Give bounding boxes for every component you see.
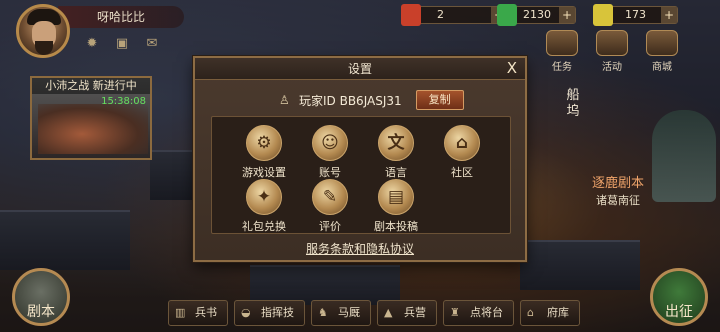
option-label: 账号 <box>319 166 341 179</box>
option-script-submit[interactable]: ▤ 剧本投稿 <box>366 179 426 234</box>
gear-icon: ⚙ <box>246 125 282 161</box>
option-game-settings[interactable]: ⚙ 游戏设置 <box>234 125 294 180</box>
gift-bag-icon: ✦ <box>246 179 282 215</box>
player-id-row: ♙ 玩家ID BB6JASJ31 复制 <box>279 90 464 110</box>
close-button[interactable]: X <box>507 58 517 78</box>
option-label: 语言 <box>385 166 407 179</box>
general-icon: ♜ <box>450 306 460 319</box>
settings-dialog: 设置 X ♙ 玩家ID BB6JASJ31 复制 ⚙ 游戏设置 ☺ 账号 文 语… <box>193 56 527 262</box>
option-label: 评价 <box>319 220 341 233</box>
menu-label: 任务 <box>552 62 572 73</box>
nav-label: 指挥技 <box>261 306 294 319</box>
menu-task[interactable]: 任务 <box>544 30 580 73</box>
scenario-label: 剧本 <box>27 304 55 320</box>
resource-value: 173 <box>625 8 646 21</box>
menu-shop[interactable]: 商城 <box>644 30 680 73</box>
option-gift-redeem[interactable]: ✦ 礼包兑换 <box>234 179 294 234</box>
nav-label: 兵营 <box>404 306 426 319</box>
community-icon: ⌂ <box>444 125 480 161</box>
copy-button[interactable]: 复制 <box>415 90 464 110</box>
nav-barracks[interactable]: ▲ 兵营 <box>377 300 437 326</box>
march-label: 出征 <box>665 304 693 320</box>
add-resource-button[interactable]: + <box>559 7 575 23</box>
shipyard-label[interactable]: 船坞 <box>562 88 584 120</box>
option-label: 剧本投稿 <box>374 220 418 233</box>
chest-icon[interactable]: ▣ <box>114 36 130 52</box>
player-id: 玩家ID BB6JASJ31 <box>299 93 402 108</box>
option-label: 游戏设置 <box>242 166 286 179</box>
nav-label: 点将台 <box>470 306 503 319</box>
nav-label: 兵书 <box>195 306 217 319</box>
option-community[interactable]: ⌂ 社区 <box>432 125 492 180</box>
nav-military-book[interactable]: ▥ 兵书 <box>168 300 228 326</box>
red-book-icon <box>401 4 421 26</box>
march-button[interactable]: 出征 <box>650 268 708 326</box>
person-icon: ♙ <box>279 93 290 107</box>
top-menu: 任务 活动 商城 <box>544 30 680 73</box>
tent-icon: ▲ <box>384 306 393 319</box>
menu-label: 活动 <box>602 62 622 73</box>
jade-icon <box>497 4 517 26</box>
player-name: 呀哈比比 <box>58 6 184 28</box>
option-label: 礼包兑换 <box>242 220 286 233</box>
shop-icon <box>646 30 678 56</box>
scenario-button[interactable]: 剧本 <box>12 268 70 326</box>
option-account[interactable]: ☺ 账号 <box>300 125 360 180</box>
resource-jade: 2130 + <box>497 4 576 26</box>
task-scroll-icon <box>546 30 578 56</box>
scroll-book-icon: ▤ <box>378 179 414 215</box>
option-rate[interactable]: ✎ 评价 <box>300 179 360 234</box>
resource-value: 2130 <box>523 8 551 21</box>
event-card[interactable]: 小沛之战 新进行中 15:38:08 <box>30 76 152 160</box>
treasury-icon: ⌂ <box>527 306 534 319</box>
nav-label: 府库 <box>547 306 569 319</box>
nav-command-skill[interactable]: ◒ 指挥技 <box>234 300 305 326</box>
resource-gem: 2 + <box>401 4 508 26</box>
horse-icon: ♞ <box>318 306 328 319</box>
option-language[interactable]: 文 语言 <box>366 125 426 180</box>
top-icon-row: ✹ ▣ ✉ <box>84 36 160 52</box>
nav-stable[interactable]: ♞ 马厩 <box>311 300 371 326</box>
menu-activity[interactable]: 活动 <box>594 30 630 73</box>
dialog-title: 设置 <box>347 62 372 76</box>
battle-illustration <box>38 104 148 154</box>
add-resource-button[interactable]: + <box>661 7 677 23</box>
helmet-icon: ◒ <box>241 306 251 319</box>
option-label: 社区 <box>451 166 473 179</box>
book-icon: ▥ <box>175 306 186 319</box>
gold-bar-icon <box>593 4 613 26</box>
general-portrait <box>652 110 716 202</box>
nav-label: 马厩 <box>338 306 360 319</box>
resource-value: 2 <box>437 8 444 21</box>
options-panel: ⚙ 游戏设置 ☺ 账号 文 语言 ⌂ 社区 ✦ 礼包兑换 ✎ 评价 ▤ 剧本投稿 <box>211 116 511 234</box>
activity-icon <box>596 30 628 56</box>
promo-subtitle: 诸葛南征 <box>596 194 640 207</box>
scroll-icon: ✎ <box>312 179 348 215</box>
terms-privacy-link[interactable]: 服务条款和隐私协议 <box>195 240 525 257</box>
dialog-header: 设置 X <box>195 58 525 80</box>
nav-generals-platform[interactable]: ♜ 点将台 <box>443 300 514 326</box>
mail-icon[interactable]: ✉ <box>144 36 160 52</box>
resource-gold: 173 + <box>593 4 678 26</box>
player-avatar[interactable] <box>16 4 70 58</box>
event-title: 小沛之战 新进行中 <box>32 78 150 94</box>
gear-icon[interactable]: ✹ <box>84 36 100 52</box>
nav-treasury[interactable]: ⌂ 府库 <box>520 300 580 326</box>
language-icon: 文 <box>378 125 414 161</box>
menu-label: 商城 <box>652 62 672 73</box>
promo-title[interactable]: 逐鹿剧本 <box>592 172 644 191</box>
person-icon: ☺ <box>312 125 348 161</box>
bottom-nav: ▥ 兵书 ◒ 指挥技 ♞ 马厩 ▲ 兵营 ♜ 点将台 ⌂ 府库 <box>168 300 580 326</box>
